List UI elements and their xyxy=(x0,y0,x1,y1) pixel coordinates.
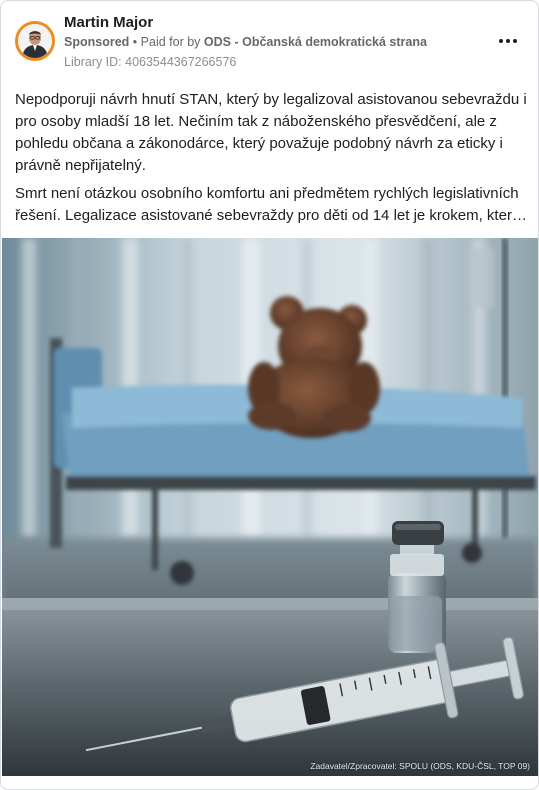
meta-separator: • xyxy=(132,35,138,49)
post-image[interactable]: Zadavatel/Zpracovatel: SPOLU (ODS, KDU-Č… xyxy=(2,238,538,776)
ad-post-card: Martin Major Sponsored • Paid for by ODS… xyxy=(0,0,539,790)
post-header: Martin Major Sponsored • Paid for by ODS… xyxy=(1,1,538,79)
sponsored-line: Sponsored • Paid for by ODS - Občanská d… xyxy=(64,35,427,49)
post-paragraph-2[interactable]: Smrt není otázkou osobního komfortu ani … xyxy=(15,183,527,227)
post-paragraph-2-line-1: Smrt není otázkou osobního komfortu ani … xyxy=(15,185,519,202)
author-name[interactable]: Martin Major xyxy=(64,14,153,31)
more-options-button[interactable] xyxy=(497,31,519,51)
sponsored-label: Sponsored xyxy=(64,35,130,49)
post-text: Nepodporuji návrh hnutí STAN, který by l… xyxy=(15,89,527,227)
library-id: Library ID: 4063544367266576 xyxy=(64,55,237,69)
paid-for-prefix: Paid for by xyxy=(140,35,201,49)
more-horizontal-icon xyxy=(499,39,504,43)
paid-for-by-link[interactable]: ODS - Občanská demokratická strana xyxy=(204,35,427,49)
post-paragraph-2-line-2: řešení. Legalizace asistované sebevraždy… xyxy=(15,207,527,224)
ad-credit-text: Zadavatel/Zpracovatel: SPOLU (ODS, KDU-Č… xyxy=(310,761,530,771)
author-avatar[interactable] xyxy=(15,21,55,61)
hospital-scene-illustration xyxy=(2,238,538,776)
vial-shape xyxy=(388,521,446,653)
avatar-photo xyxy=(18,24,52,58)
post-paragraph-1: Nepodporuji návrh hnutí STAN, který by l… xyxy=(15,91,527,174)
